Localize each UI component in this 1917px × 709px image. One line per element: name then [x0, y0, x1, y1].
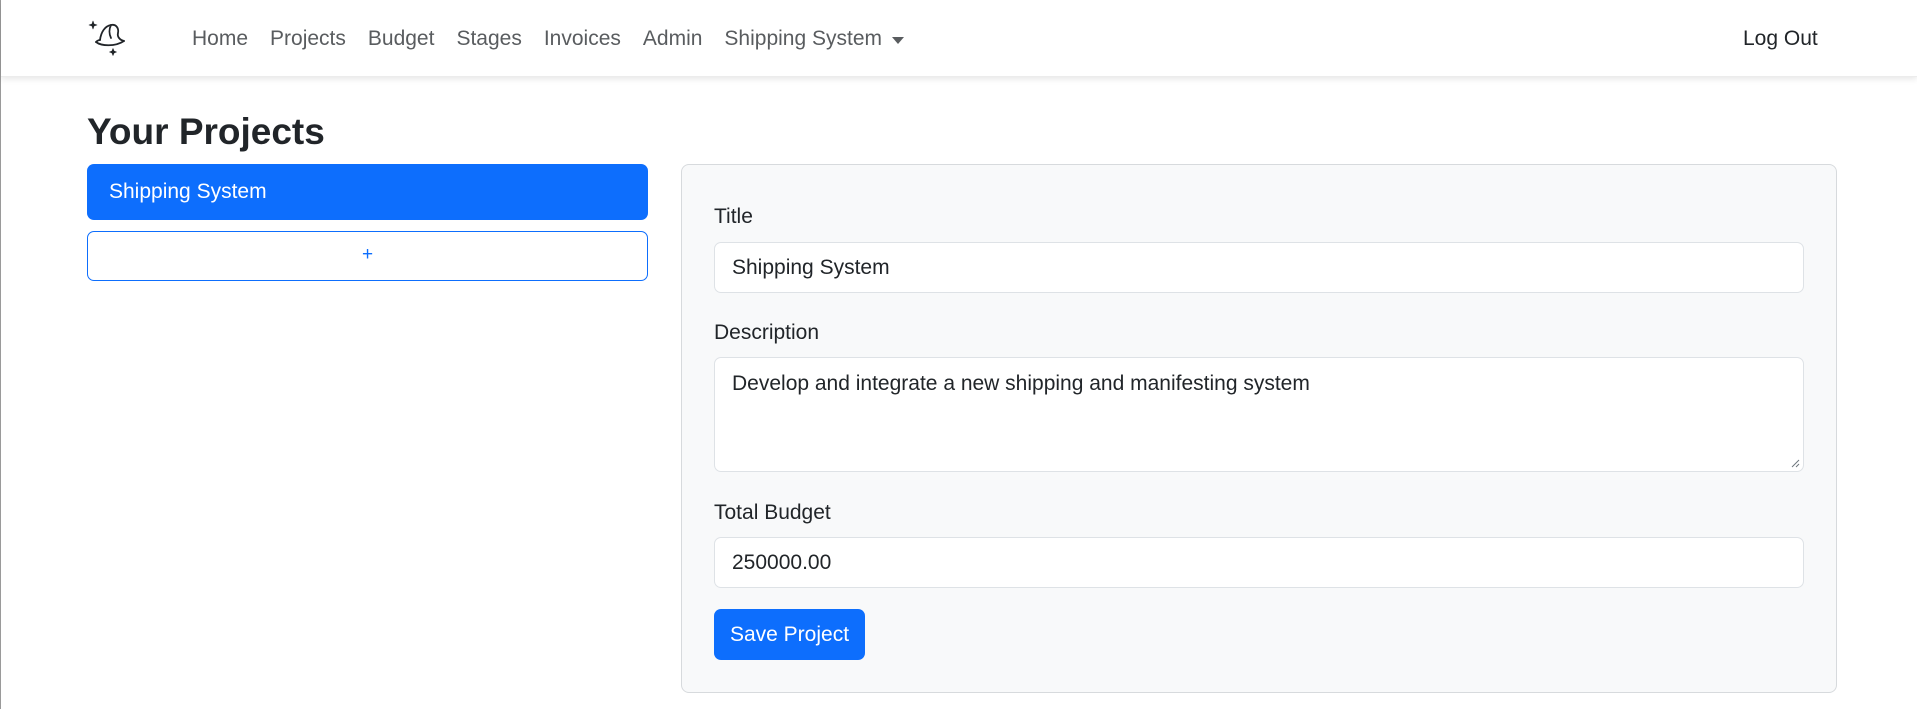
description-textarea[interactable]: Develop and integrate a new shipping and… [714, 357, 1804, 472]
description-text: Develop and integrate a new shipping and… [732, 372, 1310, 395]
nav-link-projects[interactable]: Projects [259, 24, 357, 54]
resize-grip-icon[interactable] [1790, 458, 1800, 468]
save-project-button[interactable]: Save Project [714, 609, 865, 660]
nav-link-invoices[interactable]: Invoices [533, 24, 632, 54]
nav-link-home[interactable]: Home [181, 24, 259, 54]
nav-link-budget[interactable]: Budget [357, 24, 446, 54]
add-project-button[interactable]: + [87, 231, 648, 281]
title-label: Title [714, 205, 753, 228]
project-list-item-active[interactable]: Shipping System [87, 164, 648, 220]
nav-link-stages[interactable]: Stages [445, 24, 532, 54]
project-dropdown-label: Shipping System [724, 27, 883, 50]
caret-down-icon [892, 36, 905, 44]
page-title: Your Projects [87, 111, 325, 152]
logout-link[interactable]: Log Out [1743, 24, 1818, 54]
total-budget-input[interactable]: 250000.00 [714, 537, 1804, 588]
nav-link-admin[interactable]: Admin [632, 24, 714, 54]
brand-logo-icon[interactable] [87, 18, 127, 58]
title-input[interactable]: Shipping System [714, 242, 1804, 293]
top-navbar: Home Projects Budget Stages Invoices Adm… [1, 0, 1917, 77]
description-label: Description [714, 321, 820, 344]
nav-links: Home Projects Budget Stages Invoices Adm… [181, 24, 915, 54]
project-dropdown[interactable]: Shipping System [713, 24, 915, 54]
total-budget-label: Total Budget [714, 501, 831, 524]
project-form-card: Title Shipping System Description Develo… [681, 164, 1837, 693]
